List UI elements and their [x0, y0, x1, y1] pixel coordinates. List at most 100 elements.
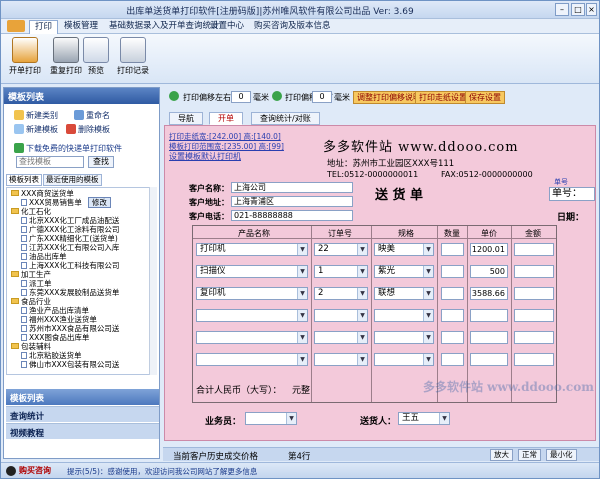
- document-icon: [21, 199, 27, 206]
- spec-select[interactable]: ▼: [374, 309, 434, 322]
- customer-name-field[interactable]: 上海公司: [231, 182, 353, 193]
- history-price-label[interactable]: 当前客户历史成交价格: [173, 450, 258, 462]
- chevron-down-icon: ▼: [357, 244, 367, 255]
- price-cell[interactable]: 3588.66: [470, 287, 508, 300]
- customer-address-field[interactable]: 上海青浦区: [231, 196, 353, 207]
- chevron-down-icon: ▼: [297, 266, 307, 277]
- tree-item-label: 东莞XXX发展胶制品送货单: [29, 288, 120, 297]
- spec-select[interactable]: 映美 ▼: [374, 243, 434, 256]
- price-cell[interactable]: 1200.01: [470, 243, 508, 256]
- qty-cell[interactable]: [441, 287, 464, 300]
- log-icon: [120, 37, 146, 63]
- template-search-input[interactable]: 查找模板: [16, 156, 84, 168]
- price-cell[interactable]: [470, 353, 508, 366]
- app-menu-icon[interactable]: [7, 20, 25, 32]
- document-icon: [21, 217, 27, 224]
- price-cell[interactable]: 500: [470, 265, 508, 278]
- paper-settings-button[interactable]: 打印走纸设置: [415, 91, 471, 104]
- menu-tab-print[interactable]: 打印: [29, 20, 59, 34]
- product-select[interactable]: ▼: [196, 309, 308, 322]
- qty-cell[interactable]: [441, 243, 464, 256]
- tab-query[interactable]: 查询统计/对账: [251, 112, 320, 125]
- tab-billing[interactable]: 开单: [209, 112, 243, 125]
- save-settings-button[interactable]: 保存设置: [465, 91, 505, 104]
- section-query-stats[interactable]: 查询统计: [6, 406, 159, 422]
- edit-template-button[interactable]: 修改: [87, 197, 111, 208]
- amount-cell: [514, 353, 554, 366]
- tab-recent[interactable]: 最近使用的模板: [43, 174, 102, 186]
- order-no-field[interactable]: 单号：: [549, 187, 595, 201]
- minimize-size-button[interactable]: 最小化: [546, 449, 577, 461]
- order-select[interactable]: ▼: [314, 331, 368, 344]
- zoom-in-button[interactable]: 放大: [490, 449, 513, 461]
- new-category-link[interactable]: 新建类别: [14, 110, 58, 121]
- normal-size-button[interactable]: 正常: [518, 449, 541, 461]
- delivery-note-form: 打印走纸宽:[242.00] 高:[140.0] 模板打印范围宽:[235.00…: [164, 125, 596, 441]
- chevron-down-icon: ▼: [357, 310, 367, 321]
- arrow-down-icon: [272, 91, 282, 101]
- order-select[interactable]: ▼: [314, 309, 368, 322]
- close-button[interactable]: ×: [586, 3, 597, 16]
- rename-icon: [74, 110, 84, 120]
- purchase-consult-link[interactable]: 购买咨询: [19, 465, 51, 476]
- price-cell[interactable]: [470, 309, 508, 322]
- new-template-link[interactable]: 新建模板: [14, 124, 58, 135]
- qty-cell[interactable]: [441, 309, 464, 322]
- order-select[interactable]: 22 ▼: [314, 243, 368, 256]
- new-print-button[interactable]: 开单打印: [4, 37, 46, 82]
- product-select[interactable]: 复印机 ▼: [196, 287, 308, 300]
- document-title: 送 货 单: [375, 188, 424, 203]
- product-select[interactable]: ▼: [196, 353, 308, 366]
- spec-select[interactable]: 联想 ▼: [374, 287, 434, 300]
- order-select[interactable]: 2 ▼: [314, 287, 368, 300]
- spec-select[interactable]: ▼: [374, 353, 434, 366]
- product-select[interactable]: ▼: [196, 331, 308, 344]
- col-header-order: 订单号: [328, 229, 352, 238]
- tree-item[interactable]: 佛山市XXX包装有限公司送: [21, 361, 119, 370]
- menu-tab-purchase[interactable]: 购买咨询及版本信息: [249, 20, 336, 34]
- default-printer-link[interactable]: 设置模板默认打印机: [169, 151, 241, 162]
- maximize-button[interactable]: □: [571, 3, 585, 16]
- download-link[interactable]: 下载免费的快递单打印软件: [14, 143, 122, 154]
- tab-template-list[interactable]: 模板列表: [6, 174, 42, 186]
- product-select[interactable]: 扫描仪 ▼: [196, 265, 308, 278]
- tab-nav[interactable]: 导航: [169, 112, 203, 125]
- offset-ud-input[interactable]: 0: [312, 91, 332, 103]
- offset-lr-label: 打印偏移左右: [183, 93, 231, 102]
- spec-select[interactable]: 紫光 ▼: [374, 265, 434, 278]
- row-indicator: 第4行: [288, 452, 311, 462]
- section-video[interactable]: 视频教程: [6, 423, 159, 439]
- order-select[interactable]: ▼: [314, 353, 368, 366]
- col-header-amount: 金额: [525, 229, 541, 238]
- order-no-caption: 单号: [554, 178, 568, 186]
- bottom-bar: 购买咨询 提示(5/5)：感谢使用，欢迎访问我公司网站了解更多信息: [1, 462, 599, 478]
- price-cell[interactable]: [470, 331, 508, 344]
- preview-button[interactable]: 预览: [81, 37, 111, 82]
- search-button[interactable]: 查找: [88, 156, 114, 168]
- sub-tabs: 导航 开单 查询统计/对账: [163, 110, 599, 125]
- tree-item-label: 上海XXX化工科技有限公司: [29, 261, 120, 270]
- offset-lr-input[interactable]: 0: [231, 91, 251, 103]
- tree-item-label: 包装辅料: [21, 342, 51, 351]
- qty-cell[interactable]: [441, 353, 464, 366]
- delete-template-link[interactable]: 删除模板: [66, 124, 110, 135]
- section-template-list[interactable]: 模板列表: [6, 389, 159, 405]
- deliverer-select[interactable]: 王五 ▼: [398, 412, 450, 425]
- amount-cell: [514, 287, 554, 300]
- qty-cell[interactable]: [441, 331, 464, 344]
- rename-link[interactable]: 重命名: [74, 110, 110, 121]
- minimize-button[interactable]: –: [555, 3, 569, 16]
- salesman-select[interactable]: ▼: [245, 412, 297, 425]
- spec-select[interactable]: ▼: [374, 331, 434, 344]
- customer-phone-field[interactable]: 021-88888888: [231, 210, 353, 221]
- qty-cell[interactable]: [441, 265, 464, 278]
- tree-scrollbar[interactable]: [149, 187, 157, 375]
- chevron-down-icon: ▼: [423, 354, 433, 365]
- chevron-down-icon: ▼: [297, 244, 307, 255]
- menu-tab-settings[interactable]: 设置中心: [205, 20, 249, 34]
- print-log-button[interactable]: 打印记录: [113, 37, 153, 82]
- product-select[interactable]: 打印机 ▼: [196, 243, 308, 256]
- order-select[interactable]: 1 ▼: [314, 265, 368, 278]
- template-panel-header: 模板列表: [4, 88, 159, 104]
- menu-tab-template[interactable]: 模板管理: [59, 20, 103, 34]
